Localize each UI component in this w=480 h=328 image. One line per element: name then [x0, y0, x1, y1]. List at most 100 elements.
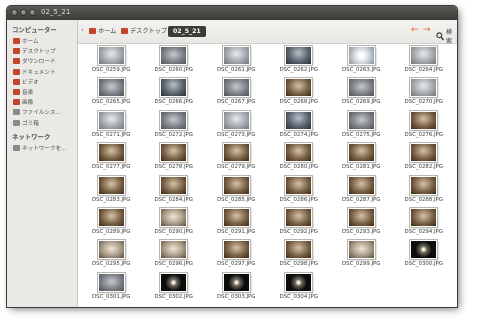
file-name: DSC_0304.JPG — [279, 293, 318, 300]
file-item[interactable]: DSC_0300.JPG — [393, 238, 456, 270]
close-window-button[interactable] — [11, 9, 18, 16]
file-item[interactable]: DSC_0274.JPG — [268, 109, 331, 141]
file-item[interactable]: DSC_0283.JPG — [80, 174, 143, 206]
file-item[interactable]: DSC_0302.JPG — [143, 271, 206, 303]
image-thumbnail — [285, 78, 313, 98]
image-thumbnail — [160, 78, 188, 98]
file-view[interactable]: DSC_0259.JPG DSC_0260.JPG DSC_0261.JPG DSC_… — [78, 44, 457, 307]
file-item[interactable]: DSC_0299.JPG — [330, 238, 393, 270]
music-icon — [13, 89, 20, 95]
file-item[interactable]: DSC_0270.JPG — [393, 76, 456, 108]
file-item[interactable]: DSC_0296.JPG — [143, 238, 206, 270]
file-item[interactable]: DSC_0278.JPG — [143, 141, 206, 173]
file-item[interactable]: DSC_0297.JPG — [205, 238, 268, 270]
minimize-window-button[interactable] — [20, 9, 27, 16]
file-item[interactable]: DSC_0268.JPG — [268, 76, 331, 108]
sidebar-item[interactable]: ゴミ箱 — [13, 119, 75, 128]
video-icon — [13, 78, 20, 85]
file-item[interactable]: DSC_0286.JPG — [268, 174, 331, 206]
scroll-left-icon[interactable]: ‹ — [81, 26, 84, 34]
sidebar-item[interactable]: ホーム — [13, 37, 75, 46]
sidebar-item-label: ゴミ箱 — [22, 120, 39, 127]
search-icon[interactable] — [436, 26, 445, 41]
file-item[interactable]: DSC_0262.JPG — [268, 44, 331, 76]
file-item[interactable]: DSC_0291.JPG — [205, 206, 268, 238]
maximize-window-button[interactable] — [29, 9, 36, 16]
file-item[interactable]: DSC_0293.JPG — [330, 206, 393, 238]
file-name: DSC_0286.JPG — [279, 196, 318, 203]
sidebar-item[interactable]: デスクトップ — [13, 47, 75, 56]
file-manager-window: 02_5_21 コンピューター ホーム デスクトップ ダウンロード ドキュメント ビデオ… — [6, 5, 458, 308]
sidebar: コンピューター ホーム デスクトップ ダウンロード ドキュメント ビデオ 音楽 画像 ファイル… — [7, 20, 78, 307]
file-item[interactable]: DSC_0292.JPG — [268, 206, 331, 238]
file-name: DSC_0300.JPG — [404, 261, 443, 268]
file-item[interactable]: DSC_0259.JPG — [80, 44, 143, 76]
file-name: DSC_0296.JPG — [154, 261, 193, 268]
sidebar-item[interactable]: ビデオ — [13, 78, 75, 87]
file-item[interactable]: DSC_0277.JPG — [80, 141, 143, 173]
file-item[interactable]: DSC_0265.JPG — [80, 76, 143, 108]
sidebar-heading-network: ネットワーク — [12, 133, 51, 141]
image-thumbnail — [410, 110, 438, 130]
breadcrumb-desktop[interactable]: デスクトップ — [121, 26, 167, 37]
file-item[interactable]: DSC_0288.JPG — [393, 174, 456, 206]
image-thumbnail — [222, 78, 250, 98]
file-item[interactable]: DSC_0276.JPG — [393, 109, 456, 141]
image-thumbnail — [222, 143, 250, 163]
file-item[interactable]: DSC_0271.JPG — [80, 109, 143, 141]
file-item[interactable]: DSC_0266.JPG — [143, 76, 206, 108]
file-item[interactable]: DSC_0273.JPG — [205, 109, 268, 141]
image-thumbnail — [410, 175, 438, 195]
file-name: DSC_0293.JPG — [342, 228, 381, 235]
sidebar-item[interactable]: 音楽 — [13, 88, 75, 97]
file-item[interactable]: DSC_0260.JPG — [143, 44, 206, 76]
file-item[interactable]: DSC_0289.JPG — [80, 206, 143, 238]
file-name: DSC_0269.JPG — [342, 99, 381, 106]
sidebar-item[interactable]: 画像 — [13, 98, 75, 107]
image-thumbnail — [347, 78, 375, 98]
file-item[interactable]: DSC_0261.JPG — [205, 44, 268, 76]
sidebar-item[interactable]: ドキュメント — [13, 68, 75, 77]
file-item[interactable]: DSC_0304.JPG — [268, 271, 331, 303]
toolbar: ‹ ホーム デスクトップ 02_5_21 ← → 検索 — [78, 20, 457, 45]
file-item[interactable]: DSC_0301.JPG — [80, 271, 143, 303]
file-item[interactable]: DSC_0303.JPG — [205, 271, 268, 303]
file-name: DSC_0290.JPG — [154, 228, 193, 235]
file-item[interactable]: DSC_0298.JPG — [268, 238, 331, 270]
file-item[interactable]: DSC_0285.JPG — [205, 174, 268, 206]
image-thumbnail — [410, 46, 438, 65]
file-item[interactable]: DSC_0275.JPG — [330, 109, 393, 141]
file-name: DSC_0272.JPG — [154, 131, 193, 138]
title-bar[interactable]: 02_5_21 — [7, 6, 457, 20]
image-thumbnail — [285, 272, 313, 292]
back-arrow-icon[interactable]: ← — [411, 25, 419, 36]
image-thumbnail — [97, 143, 125, 163]
file-item[interactable]: DSC_0269.JPG — [330, 76, 393, 108]
file-item[interactable]: DSC_0290.JPG — [143, 206, 206, 238]
file-item[interactable]: DSC_0287.JPG — [330, 174, 393, 206]
file-name: DSC_0283.JPG — [92, 196, 131, 203]
file-item[interactable]: DSC_0284.JPG — [143, 174, 206, 206]
file-item[interactable]: DSC_0279.JPG — [205, 141, 268, 173]
file-item[interactable]: DSC_0263.JPG — [330, 44, 393, 76]
search-label[interactable]: 検索 — [446, 27, 457, 45]
file-name: DSC_0287.JPG — [342, 196, 381, 203]
file-item[interactable]: DSC_0294.JPG — [393, 206, 456, 238]
file-item[interactable]: DSC_0272.JPG — [143, 109, 206, 141]
sidebar-item-label: 音楽 — [22, 90, 34, 96]
sidebar-item[interactable]: ダウンロード — [13, 57, 75, 66]
file-item[interactable]: DSC_0264.JPG — [393, 44, 456, 76]
download-icon — [13, 58, 20, 65]
file-item[interactable]: DSC_0281.JPG — [330, 141, 393, 173]
image-thumbnail — [222, 207, 250, 227]
sidebar-item-network[interactable]: ネットワークを... — [13, 144, 75, 153]
breadcrumb-current[interactable]: 02_5_21 — [168, 26, 206, 37]
file-name: DSC_0261.JPG — [217, 67, 256, 73]
file-item[interactable]: DSC_0282.JPG — [393, 141, 456, 173]
file-item[interactable]: DSC_0295.JPG — [80, 238, 143, 270]
forward-arrow-icon[interactable]: → — [423, 25, 431, 36]
breadcrumb-home[interactable]: ホーム — [89, 26, 116, 37]
sidebar-item[interactable]: ファイルシス... — [13, 108, 75, 117]
file-item[interactable]: DSC_0267.JPG — [205, 76, 268, 108]
file-item[interactable]: DSC_0280.JPG — [268, 141, 331, 173]
